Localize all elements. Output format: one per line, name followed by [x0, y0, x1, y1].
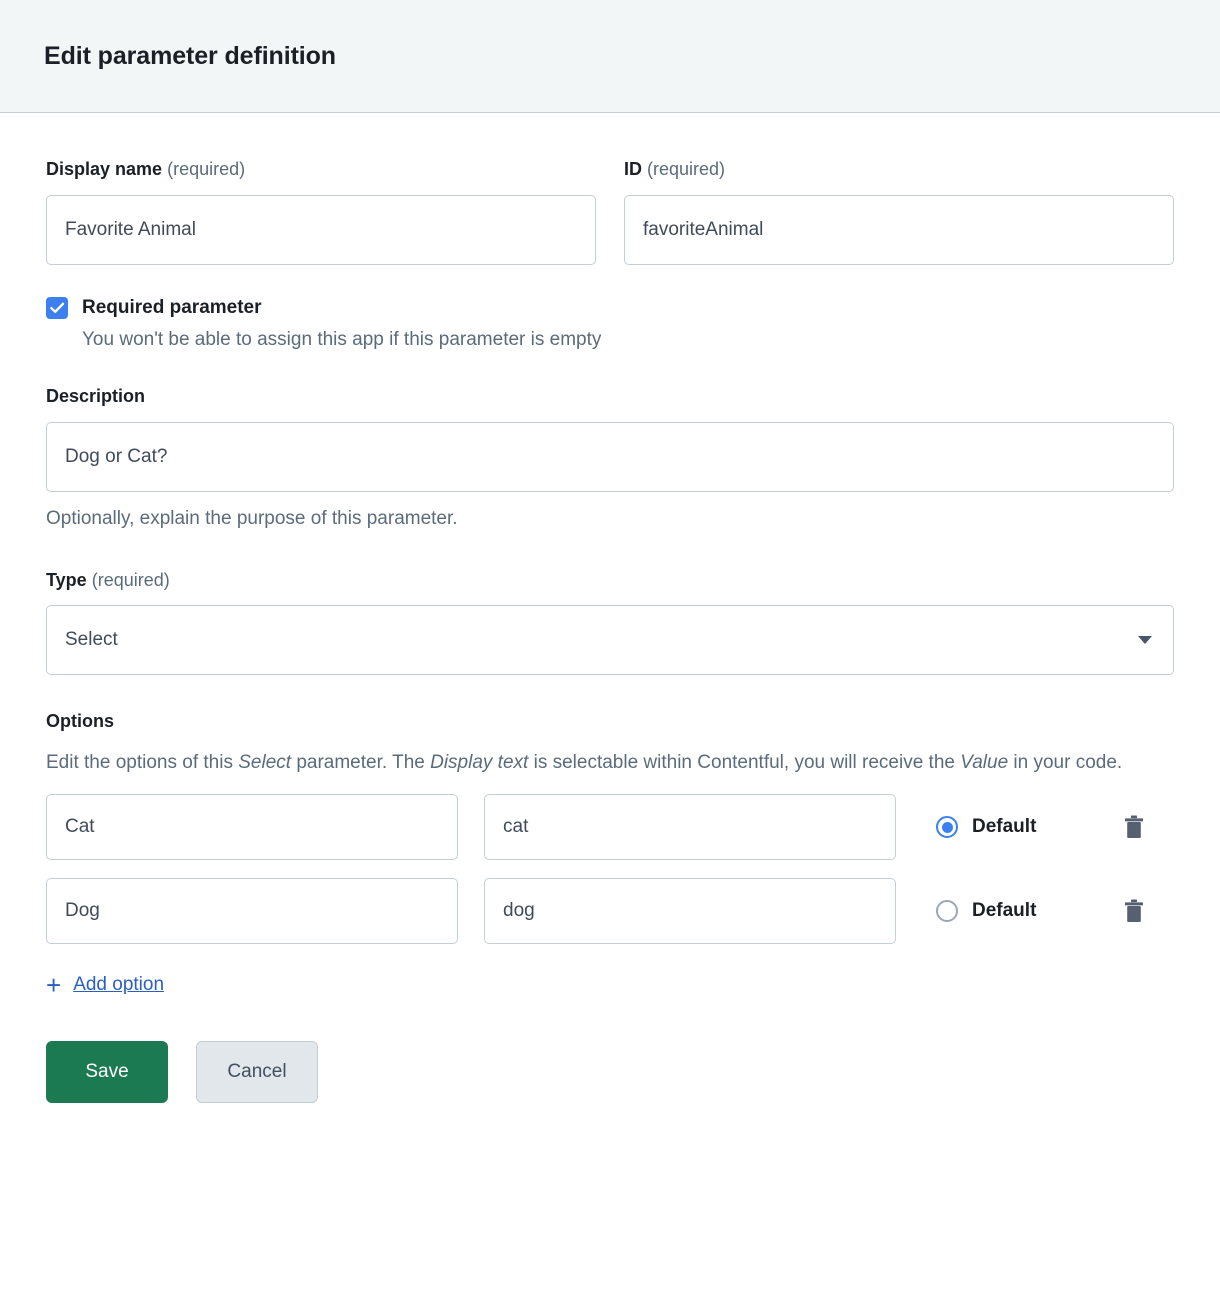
required-parameter-label: Required parameter	[82, 297, 262, 319]
options-intro-em-select: Select	[238, 752, 291, 773]
display-name-field-group: Display name (required)	[46, 159, 596, 265]
display-name-required-hint: (required)	[167, 159, 245, 179]
id-field-group: ID (required)	[624, 159, 1174, 265]
option-value-wrapper	[484, 794, 896, 860]
type-field-group: Type (required)	[46, 570, 1174, 676]
option-value-wrapper	[484, 878, 896, 944]
option-default-label: Default	[972, 816, 1036, 838]
options-heading: Options	[46, 711, 1174, 733]
options-intro-part4: in your code.	[1008, 752, 1122, 773]
display-name-label-text: Display name	[46, 159, 162, 179]
add-option-label: Add option	[73, 974, 164, 996]
options-intro-em-display-text: Display text	[430, 752, 528, 773]
id-label: ID (required)	[624, 159, 1174, 181]
plus-icon: +	[46, 972, 61, 998]
description-input[interactable]	[46, 422, 1174, 492]
type-select-wrapper	[46, 605, 1174, 675]
option-display-text-input[interactable]	[46, 794, 458, 860]
option-default-label: Default	[972, 900, 1036, 922]
option-display-text-wrapper	[46, 794, 458, 860]
options-intro-part2: parameter. The	[291, 752, 430, 773]
id-required-hint: (required)	[647, 159, 725, 179]
option-delete-button[interactable]	[1124, 815, 1144, 839]
description-label: Description	[46, 386, 1174, 408]
options-intro-em-value: Value	[960, 752, 1008, 773]
type-label: Type (required)	[46, 570, 1174, 592]
option-display-text-input[interactable]	[46, 878, 458, 944]
options-section: Options Edit the options of this Select …	[46, 711, 1174, 999]
trash-icon	[1124, 899, 1144, 923]
options-intro-part3: is selectable within Contentful, you wil…	[528, 752, 960, 773]
type-required-hint: (required)	[92, 570, 170, 590]
id-input[interactable]	[624, 195, 1174, 265]
save-button[interactable]: Save	[46, 1041, 168, 1103]
options-intro-part1: Edit the options of this	[46, 752, 238, 773]
trash-icon	[1124, 815, 1144, 839]
option-row: Default	[46, 794, 1174, 860]
dialog-header: Edit parameter definition	[0, 0, 1220, 113]
option-delete-button[interactable]	[1124, 899, 1144, 923]
page-title: Edit parameter definition	[44, 42, 336, 71]
display-name-label: Display name (required)	[46, 159, 596, 181]
description-field-group: Description Optionally, explain the purp…	[46, 386, 1174, 531]
option-display-text-wrapper	[46, 878, 458, 944]
type-select[interactable]	[46, 605, 1174, 675]
required-parameter-checkbox-row[interactable]: Required parameter	[46, 297, 1174, 319]
id-label-text: ID	[624, 159, 642, 179]
cancel-button[interactable]: Cancel	[196, 1041, 318, 1103]
option-value-input[interactable]	[484, 794, 896, 860]
name-id-row: Display name (required) ID (required)	[46, 159, 1174, 265]
option-row: Default	[46, 878, 1174, 944]
radio-selected-icon[interactable]	[936, 816, 958, 838]
option-value-input[interactable]	[484, 878, 896, 944]
description-helper-text: Optionally, explain the purpose of this …	[46, 507, 1174, 532]
add-option-button[interactable]: + Add option	[46, 972, 164, 998]
options-intro-text: Edit the options of this Select paramete…	[46, 749, 1161, 777]
required-parameter-help-text: You won't be able to assign this app if …	[82, 328, 1174, 353]
required-parameter-group: Required parameter You won't be able to …	[46, 297, 1174, 353]
radio-unselected-icon[interactable]	[936, 900, 958, 922]
option-default-radio-group[interactable]: Default	[936, 816, 1036, 838]
checkbox-checked-icon[interactable]	[46, 297, 68, 319]
type-label-text: Type	[46, 570, 87, 590]
footer-actions: Save Cancel	[46, 1041, 1174, 1143]
display-name-input[interactable]	[46, 195, 596, 265]
dialog-body: Display name (required) ID (required) Re…	[0, 113, 1220, 1143]
option-default-radio-group[interactable]: Default	[936, 900, 1036, 922]
